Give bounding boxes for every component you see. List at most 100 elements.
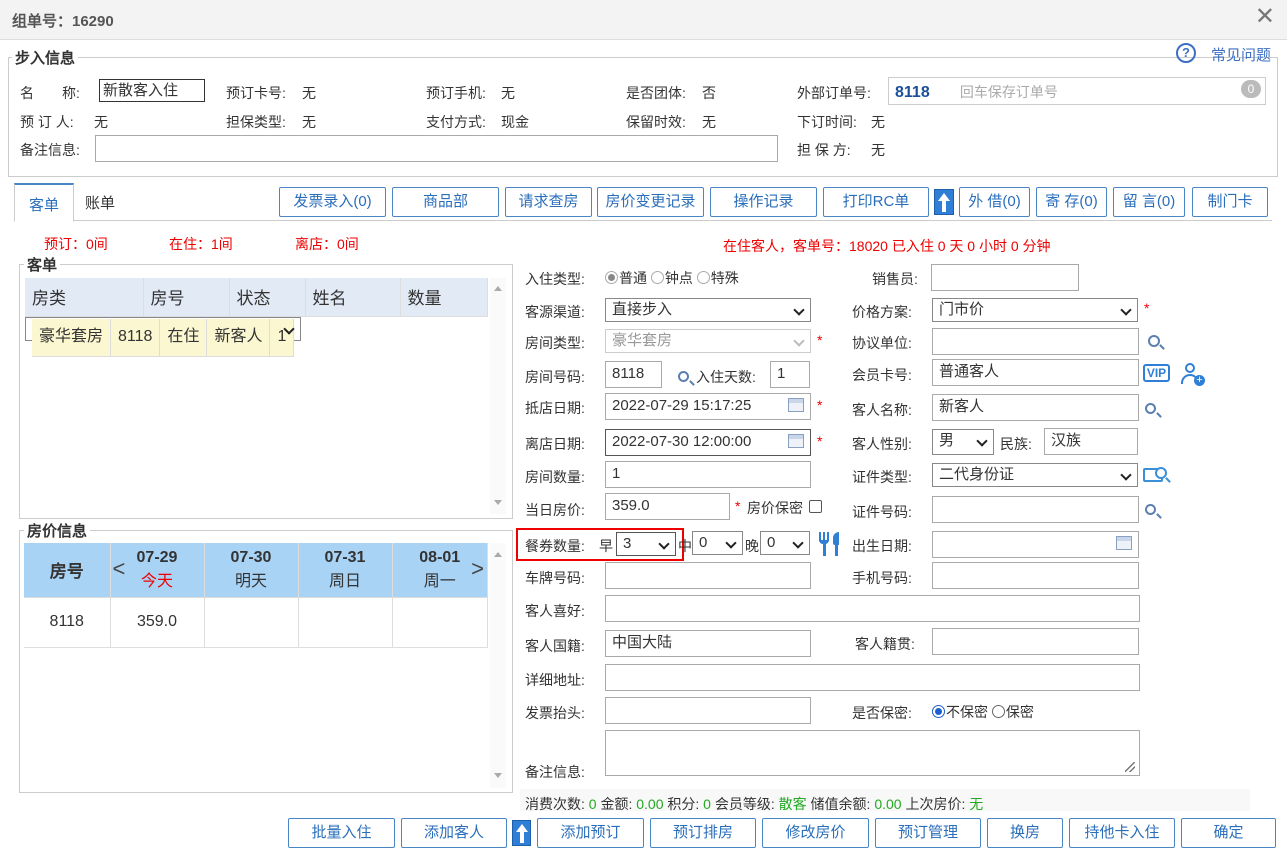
nation-field[interactable]: 汉族 [1044, 428, 1138, 455]
title-bar: 组单号：16290 ✕ [0, 0, 1287, 40]
birth-field[interactable] [932, 531, 1139, 558]
change-room-button[interactable]: 换房 [987, 818, 1063, 848]
modify-rate-button[interactable]: 修改房价 [762, 818, 869, 848]
radio-hourly[interactable] [650, 271, 664, 284]
roomno-search-icon[interactable] [678, 371, 689, 382]
mobile-field[interactable] [932, 562, 1139, 589]
gender-label: 客人性别: [852, 436, 912, 452]
gender-select[interactable]: 男 [932, 429, 994, 455]
reservation-manage-button[interactable]: 预订管理 [875, 818, 981, 848]
cell-qty: 1 [269, 318, 295, 357]
price-cell[interactable] [204, 597, 299, 648]
radio-not-secret[interactable] [932, 705, 945, 718]
prev-date-icon[interactable]: < [113, 556, 126, 582]
address-field[interactable] [605, 664, 1140, 691]
roomtype-select[interactable]: 豪华套房 [605, 329, 811, 353]
name-field[interactable]: 新散客入住 [99, 79, 205, 102]
operation-log-button[interactable]: 操作记录 [710, 187, 817, 217]
depart-field[interactable]: 2022-07-30 12:00:00 [605, 429, 811, 456]
col-qty: 数量 [400, 278, 488, 317]
id-reader-icon[interactable] [1143, 465, 1171, 485]
rate-change-log-button[interactable]: 房价变更记录 [597, 187, 704, 217]
breakfast-select[interactable]: 3 [616, 532, 676, 556]
group-value: 否 [702, 85, 716, 101]
tab-guest-order[interactable]: 客单 [14, 183, 75, 222]
invoice-entry-button[interactable]: 发票录入(0) [279, 187, 386, 217]
guestname-search-icon[interactable] [1145, 403, 1156, 414]
invoice-field[interactable] [605, 697, 811, 724]
remark-field[interactable] [95, 135, 778, 162]
sales-field[interactable] [931, 264, 1079, 291]
roomno-field[interactable]: 8118 [605, 361, 662, 388]
ext-order-badge: 0 [1241, 80, 1261, 98]
room-check-button[interactable]: 请求查房 [505, 187, 592, 217]
cutlery-icon[interactable] [818, 532, 840, 556]
rooms-field[interactable]: 1 [605, 461, 811, 488]
guest-scrollbar[interactable] [490, 278, 506, 514]
hobby-field[interactable] [605, 595, 1140, 622]
origin-field[interactable] [932, 628, 1139, 655]
days-field[interactable]: 1 [770, 361, 810, 388]
faq-link[interactable]: 常见问题 [1211, 44, 1271, 65]
close-icon[interactable]: ✕ [1255, 5, 1275, 29]
add-user-icon[interactable]: + [1181, 362, 1205, 386]
scroll-up-icon[interactable] [494, 552, 502, 557]
form-remark-textarea[interactable] [605, 730, 1140, 776]
reservation-assign-button[interactable]: 预订排房 [650, 818, 756, 848]
scroll-down-icon[interactable] [494, 773, 502, 778]
scroll-top-arrow-icon[interactable] [512, 820, 531, 846]
price-scrollbar[interactable] [490, 543, 506, 788]
price-cell[interactable] [392, 597, 488, 648]
idno-field[interactable] [932, 496, 1139, 523]
price-cell[interactable] [298, 597, 393, 648]
add-reservation-button[interactable]: 添加预订 [537, 818, 644, 848]
guestname-field[interactable]: 新客人 [932, 394, 1139, 421]
hobby-label: 客人喜好: [525, 603, 585, 619]
dinner-select[interactable]: 0 [760, 531, 810, 555]
birth-calendar-icon[interactable] [1116, 536, 1132, 550]
idtype-select[interactable]: 二代身份证 [932, 463, 1138, 487]
lunch-select[interactable]: 0 [692, 531, 743, 555]
make-key-button[interactable]: 制门卡 [1192, 187, 1268, 217]
plate-field[interactable] [605, 562, 811, 589]
scroll-up-icon[interactable] [494, 286, 502, 291]
deposit-button[interactable]: 寄 存(0) [1036, 187, 1107, 217]
vip-icon[interactable]: VIP [1143, 364, 1170, 382]
tab-bill[interactable]: 账单 [71, 183, 129, 221]
arrive-calendar-icon[interactable] [788, 398, 804, 412]
source-select[interactable]: 直接步入 [605, 298, 811, 322]
price-cell[interactable]: 359.0 [110, 597, 205, 648]
agreement-search-icon[interactable] [1148, 335, 1160, 347]
rate-secret-checkbox[interactable] [809, 500, 822, 513]
print-rc-button[interactable]: 打印RC单 [823, 187, 929, 217]
rate-field[interactable]: 359.0 [605, 493, 730, 520]
depart-calendar-icon[interactable] [788, 434, 804, 448]
message-button[interactable]: 留 言(0) [1113, 187, 1185, 217]
member-field[interactable]: 普通客人 [932, 359, 1139, 386]
plan-select[interactable]: 门市价 [932, 298, 1138, 322]
confirm-button[interactable]: 确定 [1181, 818, 1276, 848]
arrive-field[interactable]: 2022-07-29 15:17:25 [605, 393, 811, 420]
phone-label: 预订手机: [426, 85, 486, 101]
radio-special[interactable] [696, 271, 710, 284]
lend-button[interactable]: 外 借(0) [959, 187, 1030, 217]
secret-group: 不保密 保密 [932, 702, 1034, 722]
next-date-icon[interactable]: > [471, 556, 484, 582]
resize-handle-icon[interactable] [1125, 762, 1135, 772]
batch-checkin-button[interactable]: 批量入住 [288, 818, 395, 848]
help-icon[interactable]: ? [1176, 43, 1196, 63]
pay-value: 现金 [501, 114, 529, 130]
radio-normal[interactable] [605, 271, 618, 284]
table-row[interactable]: 豪华套房 8118 在住 新客人 1 [25, 316, 302, 357]
country-field[interactable]: 中国大陆 [605, 630, 811, 657]
shop-button[interactable]: 商品部 [392, 187, 499, 217]
ext-order-field[interactable]: 8118 回车保存订单号 [888, 77, 1266, 105]
other-card-checkin-button[interactable]: 持他卡入住 [1069, 818, 1175, 848]
scroll-down-icon[interactable] [494, 500, 502, 505]
scroll-up-arrow-icon[interactable] [934, 189, 954, 215]
agreement-field[interactable] [932, 328, 1139, 355]
idno-search-icon[interactable] [1145, 504, 1156, 515]
radio-secret[interactable] [991, 705, 1005, 718]
group-label: 是否团体: [626, 85, 686, 101]
add-guest-button[interactable]: 添加客人 [401, 818, 507, 848]
